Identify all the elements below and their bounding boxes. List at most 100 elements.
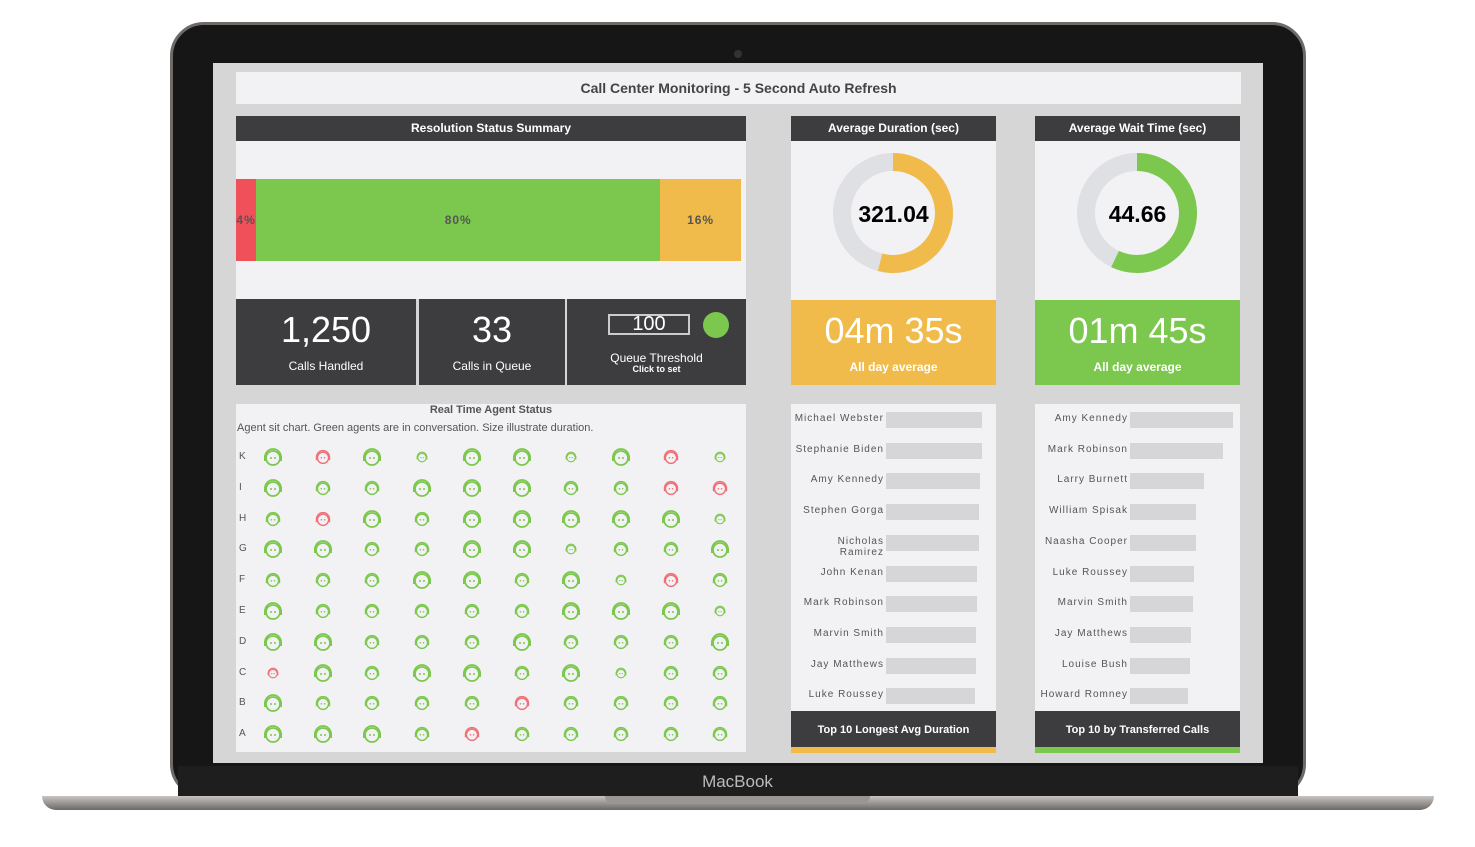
- agent-headset-icon[interactable]: [663, 634, 679, 650]
- agent-headset-icon[interactable]: [464, 695, 480, 711]
- agent-headset-icon[interactable]: [514, 665, 530, 681]
- agent-headset-icon[interactable]: [263, 724, 283, 744]
- agent-headset-icon[interactable]: [265, 511, 281, 527]
- agent-headset-icon[interactable]: [462, 539, 482, 559]
- agent-headset-icon[interactable]: [565, 451, 577, 463]
- agent-headset-icon[interactable]: [263, 601, 283, 621]
- agent-headset-icon[interactable]: [512, 539, 532, 559]
- agent-headset-icon[interactable]: [712, 665, 728, 681]
- agent-headset-icon[interactable]: [663, 541, 679, 557]
- agent-headset-icon[interactable]: [315, 603, 331, 619]
- agent-headset-icon[interactable]: [561, 509, 581, 529]
- agent-headset-icon[interactable]: [364, 634, 380, 650]
- agent-headset-icon[interactable]: [613, 541, 629, 557]
- agent-headset-icon[interactable]: [267, 667, 279, 679]
- agent-headset-icon[interactable]: [412, 570, 432, 590]
- agent-headset-icon[interactable]: [362, 724, 382, 744]
- agent-headset-icon[interactable]: [364, 572, 380, 588]
- agent-headset-icon[interactable]: [714, 451, 726, 463]
- agent-headset-icon[interactable]: [561, 570, 581, 590]
- agent-headset-icon[interactable]: [315, 695, 331, 711]
- agent-headset-icon[interactable]: [663, 572, 679, 588]
- agent-headset-icon[interactable]: [414, 603, 430, 619]
- agent-headset-icon[interactable]: [263, 478, 283, 498]
- agent-headset-icon[interactable]: [464, 603, 480, 619]
- agent-headset-icon[interactable]: [663, 480, 679, 496]
- agent-headset-icon[interactable]: [412, 478, 432, 498]
- agent-headset-icon[interactable]: [710, 539, 730, 559]
- agent-headset-icon[interactable]: [313, 539, 333, 559]
- agent-headset-icon[interactable]: [514, 572, 530, 588]
- agent-headset-icon[interactable]: [661, 509, 681, 529]
- agent-headset-icon[interactable]: [615, 667, 627, 679]
- agent-headset-icon[interactable]: [512, 632, 532, 652]
- agent-headset-icon[interactable]: [712, 726, 728, 742]
- agent-headset-icon[interactable]: [412, 663, 432, 683]
- agent-headset-icon[interactable]: [663, 726, 679, 742]
- agent-headset-icon[interactable]: [263, 632, 283, 652]
- agent-headset-icon[interactable]: [663, 449, 679, 465]
- agent-headset-icon[interactable]: [613, 634, 629, 650]
- agent-headset-icon[interactable]: [414, 695, 430, 711]
- agent-headset-icon[interactable]: [563, 695, 579, 711]
- agent-headset-icon[interactable]: [611, 509, 631, 529]
- agent-headset-icon[interactable]: [514, 726, 530, 742]
- agent-headset-icon[interactable]: [462, 663, 482, 683]
- agent-headset-icon[interactable]: [362, 447, 382, 467]
- agent-headset-icon[interactable]: [362, 509, 382, 529]
- agent-headset-icon[interactable]: [710, 632, 730, 652]
- agent-headset-icon[interactable]: [714, 605, 726, 617]
- agent-headset-icon[interactable]: [313, 632, 333, 652]
- agent-headset-icon[interactable]: [712, 572, 728, 588]
- agent-headset-icon[interactable]: [663, 695, 679, 711]
- agent-headset-icon[interactable]: [364, 603, 380, 619]
- agent-headset-icon[interactable]: [464, 634, 480, 650]
- agent-headset-icon[interactable]: [565, 543, 577, 555]
- agent-headset-icon[interactable]: [364, 695, 380, 711]
- agent-headset-icon[interactable]: [561, 663, 581, 683]
- agent-headset-icon[interactable]: [263, 539, 283, 559]
- agent-headset-icon[interactable]: [263, 447, 283, 467]
- agent-headset-icon[interactable]: [265, 572, 281, 588]
- agent-headset-icon[interactable]: [462, 570, 482, 590]
- agent-headset-icon[interactable]: [414, 634, 430, 650]
- agent-headset-icon[interactable]: [613, 480, 629, 496]
- agent-headset-icon[interactable]: [364, 665, 380, 681]
- agent-headset-icon[interactable]: [464, 726, 480, 742]
- queue-threshold-tile[interactable]: 100 Queue Threshold Click to set: [567, 299, 746, 385]
- agent-headset-icon[interactable]: [263, 693, 283, 713]
- agent-headset-icon[interactable]: [462, 509, 482, 529]
- agent-headset-icon[interactable]: [712, 695, 728, 711]
- agent-headset-icon[interactable]: [615, 574, 627, 586]
- agent-headset-icon[interactable]: [315, 572, 331, 588]
- agent-headset-icon[interactable]: [663, 665, 679, 681]
- agent-headset-icon[interactable]: [563, 726, 579, 742]
- agent-headset-icon[interactable]: [315, 449, 331, 465]
- agent-headset-icon[interactable]: [414, 541, 430, 557]
- agent-headset-icon[interactable]: [563, 480, 579, 496]
- agent-headset-icon[interactable]: [414, 511, 430, 527]
- agent-headset-icon[interactable]: [512, 509, 532, 529]
- agent-headset-icon[interactable]: [512, 447, 532, 467]
- agent-headset-icon[interactable]: [514, 695, 530, 711]
- agent-headset-icon[interactable]: [315, 480, 331, 496]
- agent-headset-icon[interactable]: [364, 480, 380, 496]
- agent-headset-icon[interactable]: [611, 601, 631, 621]
- agent-headset-icon[interactable]: [512, 478, 532, 498]
- agent-headset-icon[interactable]: [712, 480, 728, 496]
- agent-headset-icon[interactable]: [514, 603, 530, 619]
- agent-headset-icon[interactable]: [462, 447, 482, 467]
- agent-headset-icon[interactable]: [714, 513, 726, 525]
- agent-headset-icon[interactable]: [315, 511, 331, 527]
- agent-headset-icon[interactable]: [613, 726, 629, 742]
- agent-headset-icon[interactable]: [611, 447, 631, 467]
- agent-headset-icon[interactable]: [613, 695, 629, 711]
- agent-headset-icon[interactable]: [563, 634, 579, 650]
- threshold-input[interactable]: 100: [608, 314, 690, 335]
- agent-headset-icon[interactable]: [462, 478, 482, 498]
- agent-headset-icon[interactable]: [561, 601, 581, 621]
- agent-headset-icon[interactable]: [416, 451, 428, 463]
- agent-headset-icon[interactable]: [414, 726, 430, 742]
- agent-headset-icon[interactable]: [661, 601, 681, 621]
- agent-headset-icon[interactable]: [313, 663, 333, 683]
